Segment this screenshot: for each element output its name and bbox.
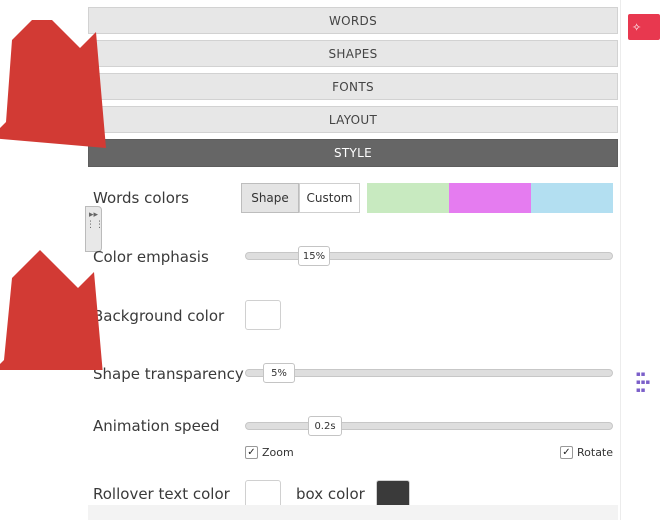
background-color-picker[interactable] <box>245 300 281 330</box>
accordion-words[interactable]: WORDS <box>88 7 618 34</box>
accordion-shapes[interactable]: SHAPES <box>88 40 618 67</box>
shape-transparency-handle[interactable]: 5% <box>263 363 295 383</box>
words-colors-label: Words colors <box>93 189 189 207</box>
grip-icon: ⋮⋮ <box>86 220 104 230</box>
arrow-annotation-bottom <box>0 250 103 370</box>
color-swatch-blue[interactable] <box>531 183 613 213</box>
panel-bottom <box>88 505 618 520</box>
word-cloud-preview-fragment: ▪▪ ▪▪▪ ▪▪ <box>636 370 651 394</box>
accordion-fonts[interactable]: FONTS <box>88 73 618 100</box>
zoom-checkbox[interactable]: ✓ Zoom <box>245 446 294 459</box>
panel-collapse-tab[interactable]: ▸▸ ⋮⋮ <box>85 206 104 252</box>
color-swatch-pink[interactable] <box>449 183 531 213</box>
shape-transparency-slider[interactable]: 5% <box>245 363 613 383</box>
color-emphasis-label: Color emphasis <box>93 248 209 266</box>
checkmark-icon: ✓ <box>560 446 573 459</box>
accordion-style[interactable]: STYLE <box>88 139 618 167</box>
right-preview-strip <box>620 0 660 520</box>
expand-arrows-icon: ▸▸ <box>88 210 99 220</box>
rotate-label: Rotate <box>577 446 614 459</box>
box-color-label: box color <box>296 485 365 503</box>
color-emphasis-slider[interactable]: 15% <box>245 246 613 266</box>
custom-color-button[interactable]: Custom <box>299 183 360 213</box>
color-emphasis-handle[interactable]: 15% <box>298 246 330 266</box>
checkmark-icon: ✓ <box>245 446 258 459</box>
animation-speed-slider[interactable]: 0.2s <box>245 416 613 436</box>
visualize-button[interactable]: ✧ <box>628 14 660 40</box>
animation-speed-label: Animation speed <box>93 417 220 435</box>
rotate-checkbox[interactable]: ✓ Rotate <box>560 446 613 459</box>
zoom-label: Zoom <box>262 446 294 459</box>
magic-wand-icon: ✧ <box>632 20 642 34</box>
shape-transparency-label: Shape transparency <box>93 365 244 383</box>
accordion-layout[interactable]: LAYOUT <box>88 106 618 133</box>
animation-speed-handle[interactable]: 0.2s <box>308 416 342 436</box>
background-color-label: Background color <box>93 307 225 325</box>
shape-color-button[interactable]: Shape <box>241 183 299 213</box>
rollover-text-color-label: Rollover text color <box>93 485 230 503</box>
arrow-annotation-top <box>0 20 106 148</box>
color-swatch-green[interactable] <box>367 183 449 213</box>
